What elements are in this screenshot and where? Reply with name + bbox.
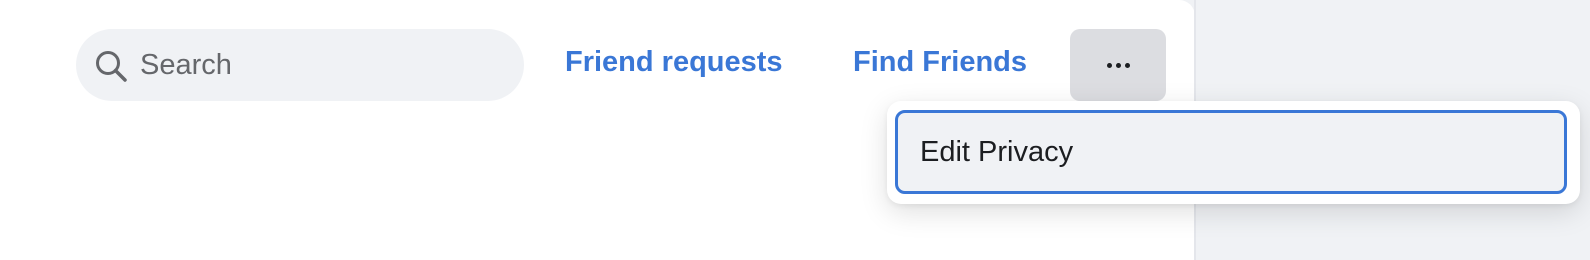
search-input[interactable] <box>140 43 500 87</box>
friend-requests-link[interactable]: Friend requests <box>565 46 783 79</box>
menu-item-edit-privacy[interactable]: Edit Privacy <box>895 110 1567 194</box>
search-box[interactable] <box>76 29 524 101</box>
options-dropdown-menu: Edit Privacy <box>887 101 1580 204</box>
more-options-button[interactable] <box>1070 29 1166 101</box>
dot <box>1106 62 1112 68</box>
menu-item-label: Edit Privacy <box>920 135 1074 168</box>
dot <box>1115 62 1121 68</box>
more-horizontal-icon <box>1106 62 1130 68</box>
dot <box>1124 62 1130 68</box>
search-icon <box>96 51 127 82</box>
find-friends-link[interactable]: Find Friends <box>853 46 1027 79</box>
